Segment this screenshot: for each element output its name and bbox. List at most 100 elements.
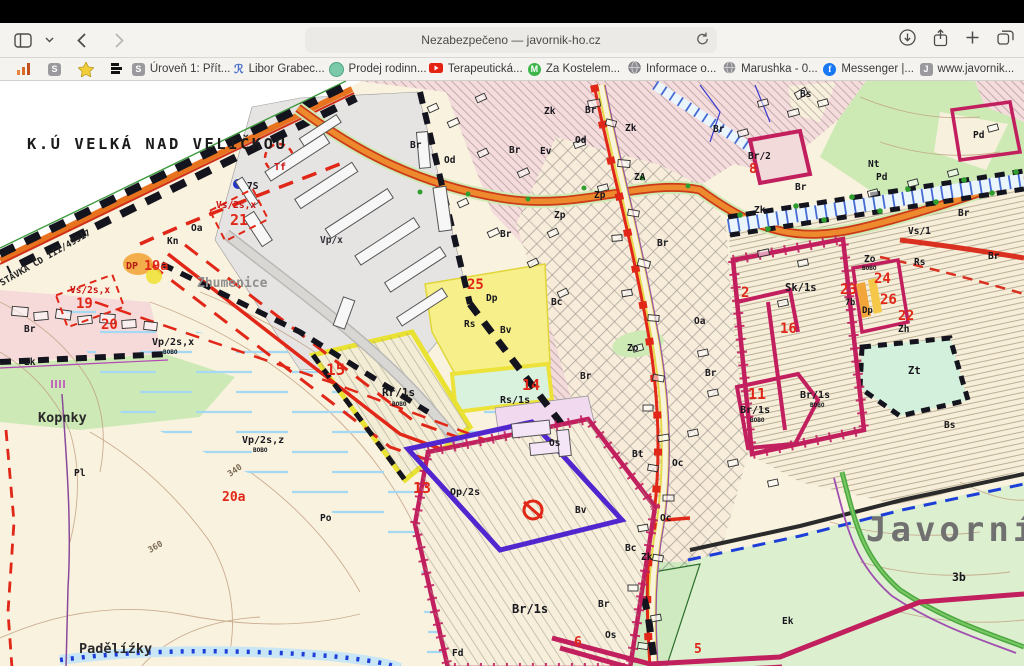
bookmark-item[interactable]: Marushka - 0... xyxy=(721,61,819,77)
tab-overview-icon[interactable] xyxy=(997,30,1014,50)
place-padelicky: Padělíźky xyxy=(79,641,152,657)
bookmark-item[interactable]: Terapeutická... xyxy=(427,63,525,76)
map-label: Bs xyxy=(944,420,955,431)
reload-icon[interactable] xyxy=(696,32,709,49)
bookmark-favicon-s[interactable]: S xyxy=(39,63,70,76)
bookmark-favicon-glyph[interactable] xyxy=(101,63,132,75)
map-label: Br xyxy=(410,140,422,151)
map-label: Vs/2s,x xyxy=(70,285,110,296)
address-bar[interactable]: Nezabezpečeno — javornik-ho.cz xyxy=(305,27,717,53)
bookmark-item[interactable]: Informace o... xyxy=(623,61,721,77)
chevron-down-icon[interactable] xyxy=(42,28,56,52)
map-label: Pd xyxy=(973,130,985,141)
browser-toolbar: Nezabezpečeno — javornik-ho.cz xyxy=(0,23,1024,58)
map-label: 26 xyxy=(880,292,897,308)
map-label: Br/1s xyxy=(512,602,548,616)
map-label: Zk xyxy=(625,123,637,134)
map-label: Bc xyxy=(625,543,636,554)
green-m-icon: M xyxy=(528,63,541,76)
map-label: Ev xyxy=(540,146,552,157)
map-label: Br xyxy=(598,599,610,610)
map-label: Bv xyxy=(500,325,512,336)
s-badge-icon: S xyxy=(132,63,145,76)
map-label: BOBO xyxy=(392,401,407,408)
map-label: 7b xyxy=(845,298,855,308)
map-label: Br xyxy=(509,145,521,156)
map-label: Vs/2s,x xyxy=(216,200,256,211)
map-label: Br/1s xyxy=(740,405,770,416)
map-label: 19a xyxy=(144,258,168,274)
bookmark-item[interactable]: S Úroveň 1: Přít... xyxy=(132,63,230,76)
map-label: Od xyxy=(444,155,456,166)
bookmark-item[interactable]: M Za Kostelem... xyxy=(525,63,623,76)
map-label: ZA xyxy=(634,172,646,183)
map-label: Oc xyxy=(660,513,671,524)
map-label: Op/2s xyxy=(450,487,480,498)
map-label: 25 xyxy=(467,277,484,293)
map-label: BOBO xyxy=(862,265,877,272)
map-label: 2 xyxy=(741,285,749,301)
sidebar-icon[interactable] xyxy=(10,28,36,52)
map-label: Vp/2s,x xyxy=(152,337,194,348)
zoning-map-svg: K.Ú VELKÁ NAD VELIČKOUSTÁVKA ČD III/4991… xyxy=(0,81,1024,666)
back-icon[interactable] xyxy=(68,28,94,52)
green-dot-icon xyxy=(329,62,344,77)
globe-icon xyxy=(723,61,736,77)
share-icon[interactable] xyxy=(933,29,948,52)
map-label: Br xyxy=(657,238,669,249)
map-label: 15 xyxy=(326,360,345,379)
bookmark-item[interactable]: f Messenger |... xyxy=(820,63,918,76)
map-label: Ek xyxy=(24,357,36,368)
bookmark-item[interactable]: Prodej rodinn... xyxy=(328,62,426,77)
bookmarks-bar: S S Úroveň 1: Přít... ℛ Libor Grabec... … xyxy=(0,58,1024,81)
map-label: Bt xyxy=(632,449,643,460)
map-label: 23 xyxy=(840,282,857,298)
bookmark-item[interactable]: J www.javornik... xyxy=(918,63,1016,76)
region-title: K.Ú VELKÁ NAD VELIČKOU xyxy=(27,134,287,153)
map-label: Zk xyxy=(544,106,556,117)
map-label: Br xyxy=(585,105,597,116)
map-label: Pd xyxy=(876,172,888,183)
map-label: 7S xyxy=(247,181,259,192)
forward-icon[interactable] xyxy=(106,28,132,52)
globe-icon xyxy=(628,61,641,77)
map-label: Zo xyxy=(864,254,876,265)
map-label: 5 xyxy=(694,642,702,657)
place-zhumenice: Zhumenice xyxy=(197,276,268,291)
map-label: Vs/1 xyxy=(908,226,931,237)
map-label: BOBO xyxy=(253,447,268,454)
new-tab-icon[interactable] xyxy=(965,30,980,50)
map-label: Br/1s xyxy=(800,390,830,401)
map-label: Kn xyxy=(167,236,178,247)
map-label: Tf xyxy=(274,162,286,173)
map-label: 6 xyxy=(574,635,582,650)
map-label: 22 xyxy=(898,308,914,324)
bookmark-item[interactable]: ℛ Libor Grabec... xyxy=(230,62,328,77)
map-label: Rs/1s xyxy=(500,395,530,406)
bookmark-favicon-star[interactable] xyxy=(70,62,101,77)
map-label: 11 xyxy=(748,385,766,403)
map-label: DP xyxy=(126,261,138,272)
map-label: Bv xyxy=(575,505,587,516)
map-label: Oc xyxy=(672,458,683,469)
map-label: Br xyxy=(705,368,717,379)
map-label: Sk/1s xyxy=(785,282,817,294)
map-label: 21 xyxy=(230,211,248,229)
map-label: Zp xyxy=(594,190,606,201)
map-label: Zp xyxy=(554,210,566,221)
map-label: 16 xyxy=(780,321,797,337)
letter-j-icon: J xyxy=(920,63,933,76)
youtube-icon xyxy=(429,63,443,76)
map-label: Oa xyxy=(694,316,706,327)
map-label: Rs xyxy=(914,257,925,268)
map-label: Nt xyxy=(868,159,879,170)
map-label: Zo xyxy=(627,343,639,354)
bookmark-favicon-analytics[interactable] xyxy=(8,63,39,75)
map-label: Oa xyxy=(191,223,203,234)
map-label: Od xyxy=(575,135,587,146)
download-icon[interactable] xyxy=(899,29,916,51)
map-label: 20 xyxy=(101,317,118,333)
zoning-map-viewport[interactable]: K.Ú VELKÁ NAD VELIČKOUSTÁVKA ČD III/4991… xyxy=(0,81,1024,666)
map-label: Br xyxy=(580,371,592,382)
map-label: BOBO xyxy=(750,417,765,424)
